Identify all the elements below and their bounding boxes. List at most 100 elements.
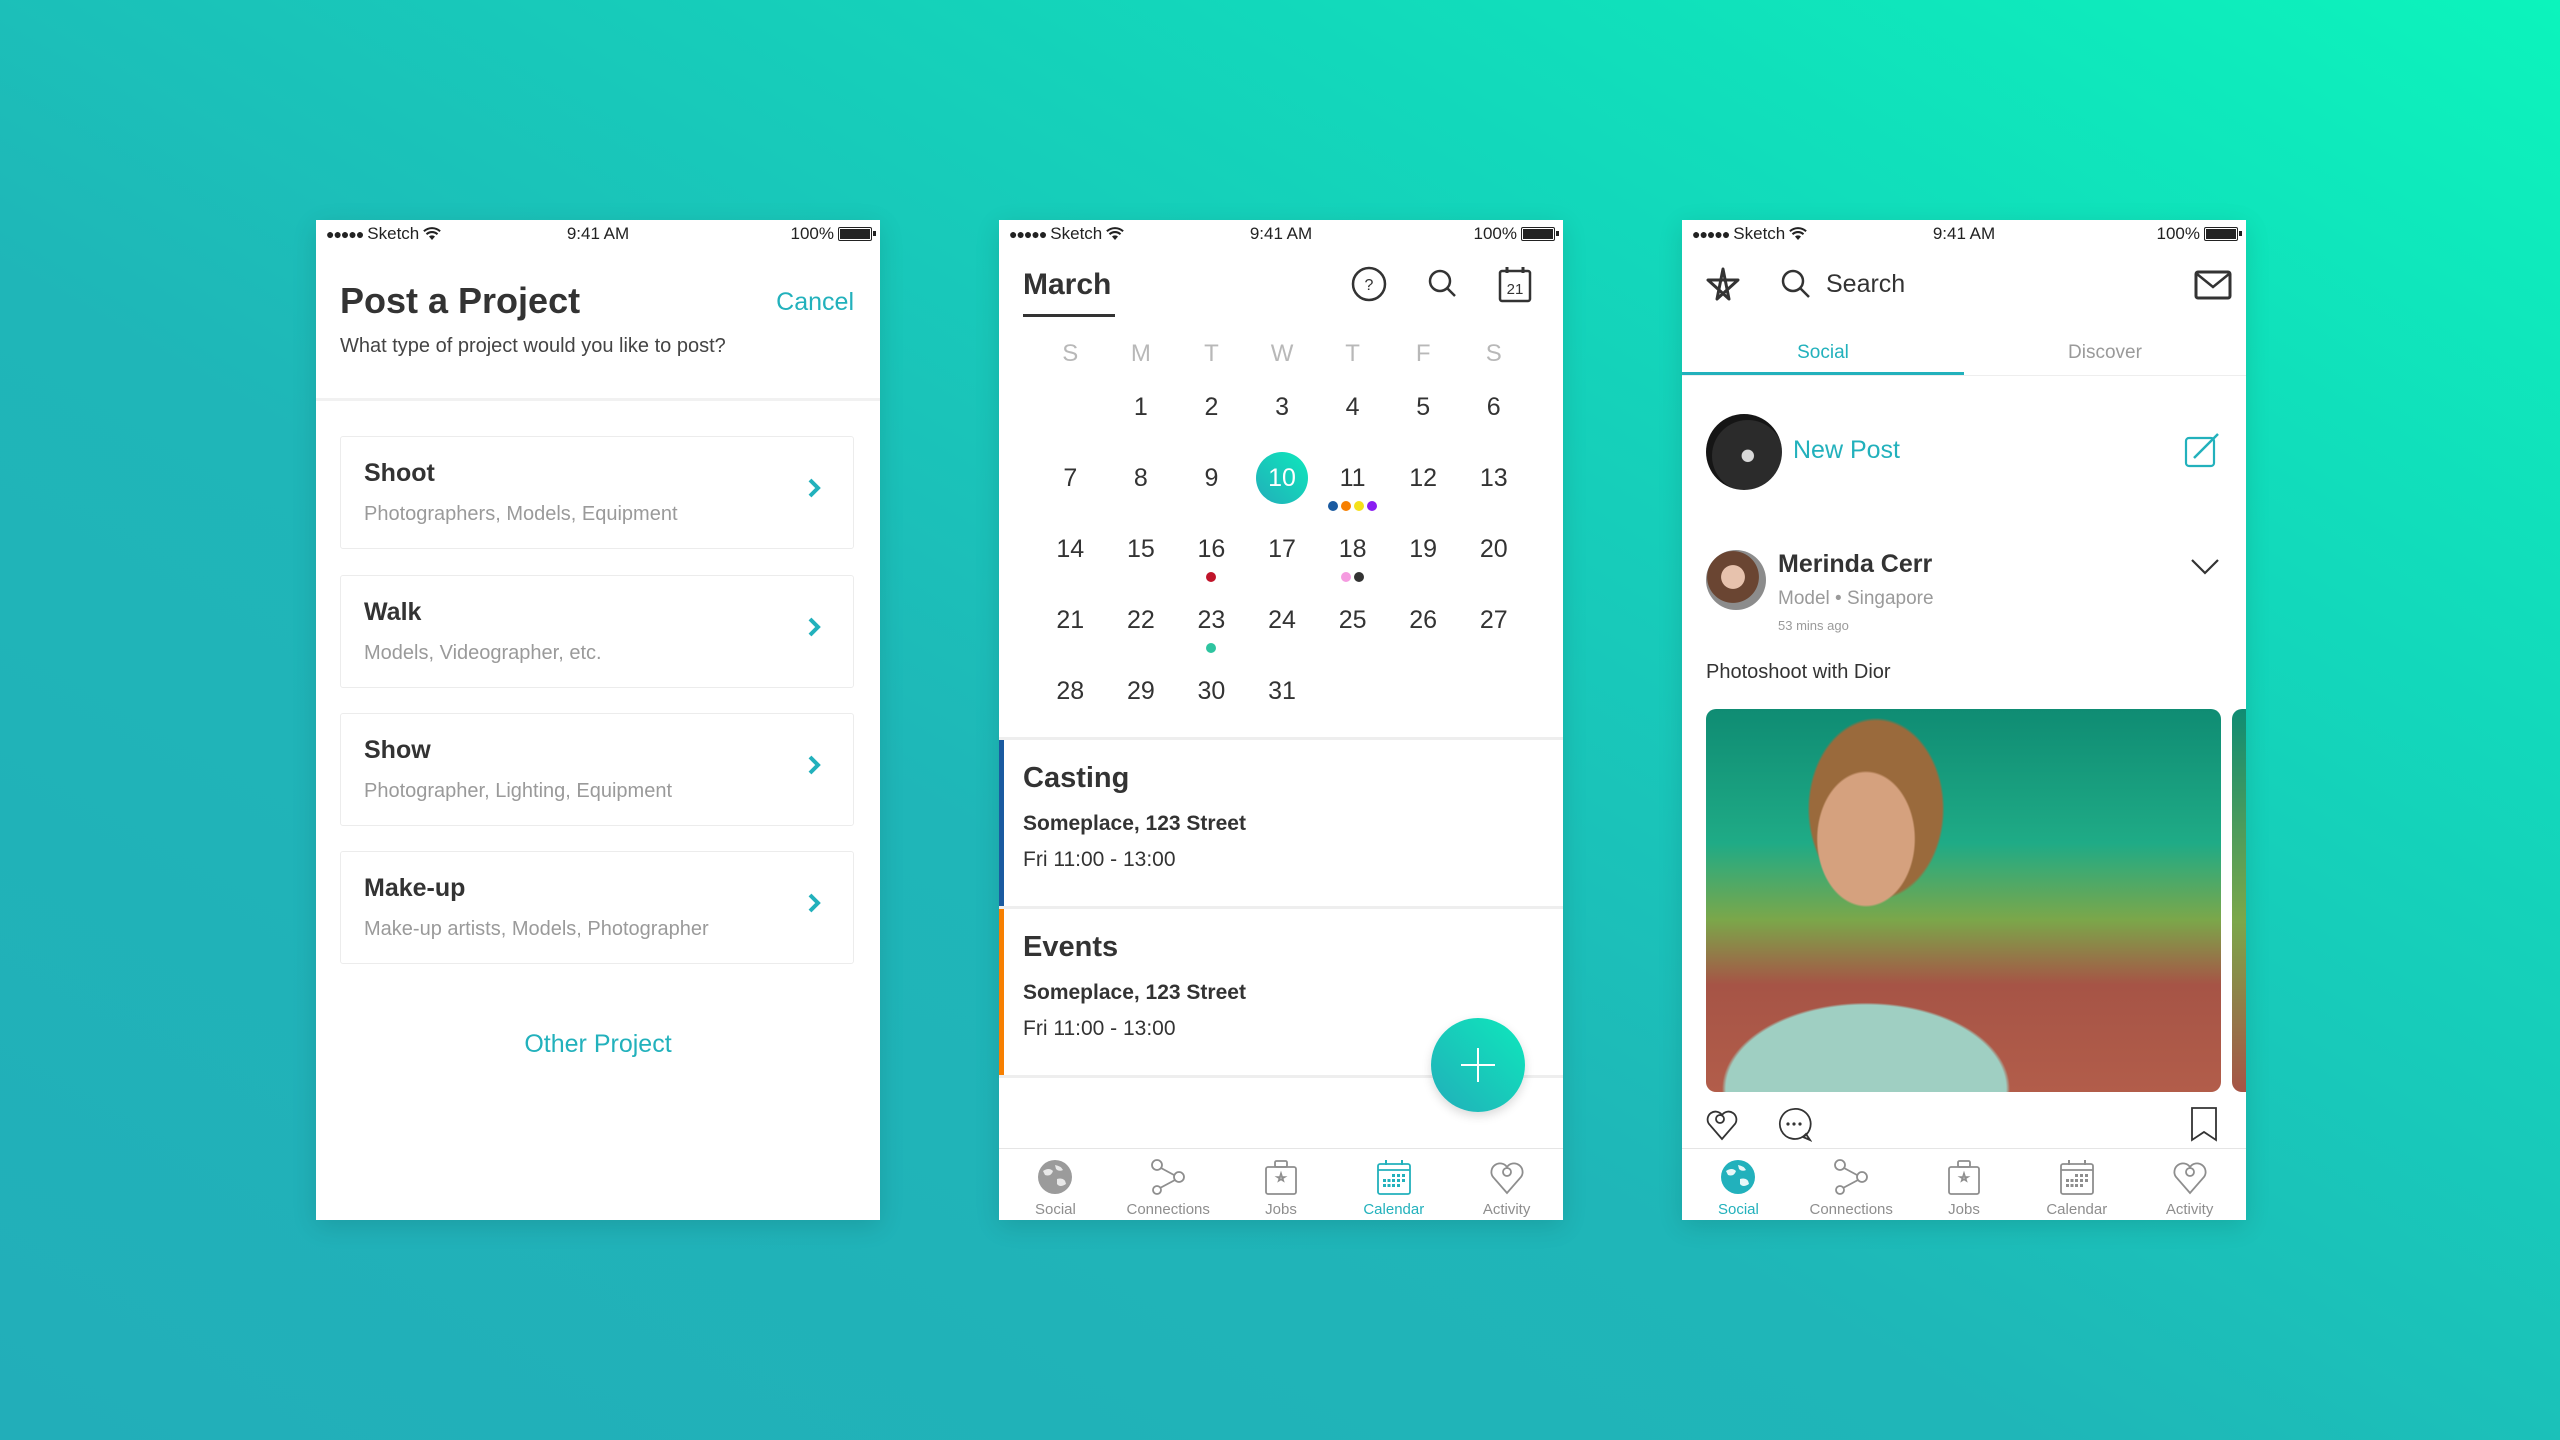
add-event-button[interactable] bbox=[1431, 1018, 1525, 1112]
calendar-day[interactable]: 15 bbox=[1106, 530, 1177, 601]
calendar-day-selected[interactable]: 10 bbox=[1247, 452, 1318, 530]
calendar-day[interactable]: 28 bbox=[1035, 672, 1106, 743]
calendar-day[interactable]: 1 bbox=[1106, 388, 1177, 459]
new-post-button[interactable]: New Post bbox=[1793, 436, 1900, 465]
calendar-day[interactable]: 18 bbox=[1317, 530, 1388, 601]
globe-icon bbox=[1038, 1160, 1073, 1194]
author-name[interactable]: Merinda Cerr bbox=[1778, 550, 1932, 579]
calendar-day[interactable]: 29 bbox=[1106, 672, 1177, 743]
day-number: 17 bbox=[1268, 535, 1296, 563]
day-number: 7 bbox=[1063, 464, 1078, 492]
calendar-day[interactable]: 26 bbox=[1388, 601, 1459, 672]
calendar-day[interactable]: 31 bbox=[1247, 672, 1318, 743]
chevron-down-icon[interactable] bbox=[2190, 558, 2220, 576]
calendar-day[interactable]: 16 bbox=[1176, 530, 1247, 601]
calendar-day[interactable]: 30 bbox=[1176, 672, 1247, 743]
user-avatar[interactable] bbox=[1706, 414, 1782, 490]
feed-tabs: Social Discover bbox=[1682, 328, 2246, 376]
project-option-shoot[interactable]: Shoot Photographers, Models, Equipment bbox=[340, 436, 854, 549]
project-option-walk[interactable]: Walk Models, Videographer, etc. bbox=[340, 575, 854, 688]
post-time: 53 mins ago bbox=[1778, 618, 1849, 633]
month-title[interactable]: March bbox=[1023, 268, 1111, 302]
day-number: 12 bbox=[1409, 464, 1438, 492]
tab-discover[interactable]: Discover bbox=[1964, 328, 2246, 375]
calendar-day[interactable]: 9 bbox=[1176, 459, 1247, 530]
day-number: 14 bbox=[1056, 535, 1085, 563]
day-number: 23 bbox=[1197, 606, 1226, 634]
calendar-day[interactable]: 17 bbox=[1247, 530, 1318, 601]
mail-icon[interactable] bbox=[2194, 270, 2232, 300]
tab-calendar[interactable]: Calendar bbox=[2020, 1149, 2133, 1220]
calendar-day[interactable]: 5 bbox=[1388, 388, 1459, 459]
calendar-day[interactable]: 12 bbox=[1388, 459, 1459, 530]
tab-calendar[interactable]: Calendar bbox=[1337, 1149, 1450, 1220]
help-icon[interactable]: ? bbox=[1349, 264, 1389, 304]
event-dot bbox=[1354, 501, 1365, 511]
search-icon[interactable] bbox=[1423, 264, 1463, 304]
calendar-day[interactable]: 8 bbox=[1106, 459, 1177, 530]
tab-connections[interactable]: Connections bbox=[1795, 1149, 1908, 1220]
tab-jobs[interactable]: Jobs bbox=[1908, 1149, 2021, 1220]
calendar-day[interactable]: 27 bbox=[1458, 601, 1529, 672]
tab-activity[interactable]: Activity bbox=[2133, 1149, 2246, 1220]
divider bbox=[316, 398, 880, 401]
bookmark-icon[interactable] bbox=[2186, 1106, 2222, 1142]
calendar-day[interactable]: 4 bbox=[1317, 388, 1388, 459]
project-option-show[interactable]: Show Photographer, Lighting, Equipment bbox=[340, 713, 854, 826]
post-photo[interactable] bbox=[1706, 709, 2221, 1092]
tab-jobs[interactable]: Jobs bbox=[1225, 1149, 1338, 1220]
star-logo-icon[interactable] bbox=[1702, 265, 1744, 307]
search-icon bbox=[1781, 269, 1810, 298]
option-subtitle: Make-up artists, Models, Photographer bbox=[364, 918, 709, 940]
status-bar: ●●●●● Sketch 9:41 AM 100% bbox=[316, 220, 880, 250]
heart-icon bbox=[2173, 1162, 2207, 1195]
event-card-casting[interactable]: Casting Someplace, 123 Street Fri 11:00 … bbox=[999, 740, 1563, 906]
tab-connections[interactable]: Connections bbox=[1112, 1149, 1225, 1220]
chevron-right-icon bbox=[808, 755, 821, 775]
briefcase-star-icon bbox=[1265, 1160, 1297, 1195]
calendar-day[interactable]: 2 bbox=[1176, 388, 1247, 459]
battery: 100% bbox=[1474, 224, 1559, 244]
day-number: 3 bbox=[1275, 393, 1289, 421]
like-icon[interactable] bbox=[1704, 1106, 1740, 1142]
tab-social[interactable]: Social bbox=[999, 1149, 1112, 1220]
battery-percent: 100% bbox=[790, 224, 834, 243]
calendar-day[interactable]: 24 bbox=[1247, 601, 1318, 672]
calendar-day[interactable]: 11 bbox=[1317, 459, 1388, 530]
calendar-day[interactable]: 7 bbox=[1035, 459, 1106, 530]
tab-label: Jobs bbox=[1948, 1201, 1980, 1218]
battery-icon bbox=[838, 227, 876, 241]
day-number: 19 bbox=[1409, 535, 1438, 563]
month-underline bbox=[1023, 314, 1115, 317]
calendar-day[interactable]: 23 bbox=[1176, 601, 1247, 672]
author-avatar[interactable] bbox=[1706, 550, 1766, 610]
calendar-day[interactable]: 25 bbox=[1317, 601, 1388, 672]
calendar-empty-cell bbox=[1317, 672, 1388, 743]
calendar-day[interactable]: 14 bbox=[1035, 530, 1106, 601]
calendar-today-icon[interactable]: 21 bbox=[1495, 264, 1535, 304]
calendar-day[interactable]: 13 bbox=[1458, 459, 1529, 530]
option-title: Make-up bbox=[364, 874, 466, 902]
tab-activity[interactable]: Activity bbox=[1450, 1149, 1563, 1220]
calendar-day[interactable]: 20 bbox=[1458, 530, 1529, 601]
cancel-button[interactable]: Cancel bbox=[776, 288, 854, 317]
tab-social[interactable]: Social bbox=[1682, 1149, 1795, 1220]
calendar-day[interactable]: 6 bbox=[1458, 388, 1529, 459]
status-bar: ●●●●● Sketch 9:41 AM 100% bbox=[1682, 220, 2246, 250]
project-option-makeup[interactable]: Make-up Make-up artists, Models, Photogr… bbox=[340, 851, 854, 964]
tab-social-feed[interactable]: Social bbox=[1682, 328, 1964, 375]
day-number: 28 bbox=[1056, 677, 1085, 705]
day-number: 6 bbox=[1486, 393, 1501, 421]
search-button[interactable]: Search bbox=[1778, 266, 1905, 302]
share-nodes-icon bbox=[1151, 1159, 1186, 1195]
other-project-button[interactable]: Other Project bbox=[316, 1030, 880, 1059]
calendar-day[interactable]: 22 bbox=[1106, 601, 1177, 672]
calendar-day[interactable]: 19 bbox=[1388, 530, 1459, 601]
calendar-day[interactable]: 3 bbox=[1247, 388, 1318, 459]
option-subtitle: Photographer, Lighting, Equipment bbox=[364, 780, 672, 802]
tab-label: Calendar bbox=[1363, 1201, 1425, 1218]
comment-icon[interactable] bbox=[1776, 1106, 1812, 1142]
calendar-day[interactable]: 21 bbox=[1035, 601, 1106, 672]
next-photo-peek[interactable] bbox=[2232, 709, 2246, 1092]
compose-icon[interactable] bbox=[2184, 432, 2220, 468]
